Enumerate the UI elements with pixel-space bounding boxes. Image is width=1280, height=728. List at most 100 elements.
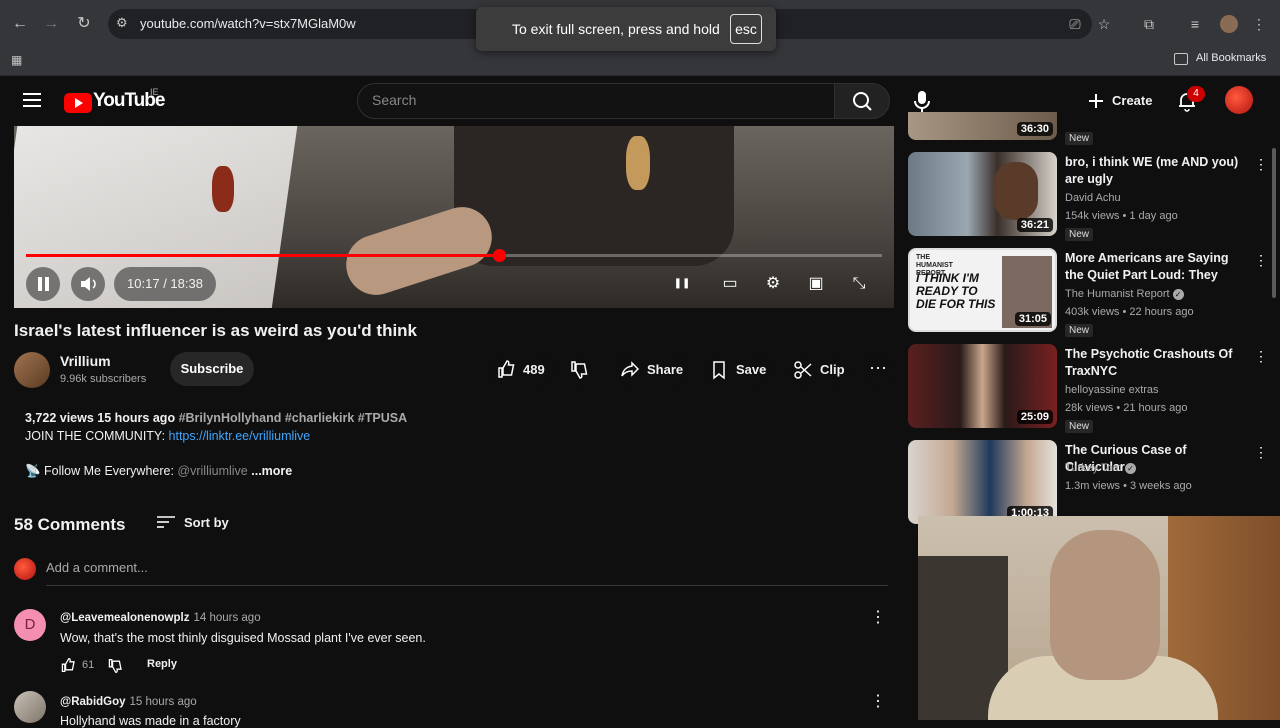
video-menu-icon[interactable]: ⋮ [1254, 348, 1268, 366]
hashtags[interactable]: #BrilynHollyhand #charliekirk #TPUSA [179, 411, 408, 425]
apps-grid-icon[interactable]: ▦ [11, 53, 25, 67]
search-button[interactable] [834, 83, 890, 119]
video-title[interactable]: bro, i think WE (me AND you) are ugly [1065, 154, 1245, 188]
sidebar-video[interactable]: 36:21 bro, i think WE (me AND you) are u… [908, 152, 1270, 241]
subscribe-button[interactable]: Subscribe [170, 352, 254, 386]
new-badge: New [1065, 228, 1094, 241]
comment-like-count: 61 [82, 659, 95, 671]
reload-icon[interactable]: ↻ [74, 14, 94, 34]
channel-name[interactable]: The Humanist Report [1065, 288, 1170, 300]
sidebar-video[interactable]: 1:00:13 The Curious Case of Clavicular T… [908, 440, 1270, 528]
pause-button[interactable] [26, 267, 60, 301]
channel-name[interactable]: Turkey Tom [1065, 462, 1122, 474]
youtube-logo-icon[interactable] [64, 93, 92, 113]
comment-menu-icon[interactable]: ⋮ [870, 607, 886, 627]
comments-count: 58 Comments [14, 515, 126, 534]
bookmark-star-icon[interactable]: ☆ [1095, 15, 1113, 33]
mute-button[interactable] [71, 267, 105, 301]
video-meta: 403k views • 22 hours ago [1065, 306, 1194, 318]
video-title[interactable]: The Psychotic Crashouts Of TraxNYC [1065, 346, 1245, 380]
extensions-icon[interactable]: ⧉ [1140, 15, 1158, 33]
progress-bar[interactable] [26, 249, 882, 262]
region-code: IE [150, 87, 159, 97]
channel-name-line: The Humanist Report ✓ [1065, 288, 1184, 300]
site-settings-icon[interactable]: ⚙ [116, 15, 128, 31]
time-display: 10:17 / 18:38 [114, 267, 216, 301]
sidebar-video[interactable]: 25:09 The Psychotic Crashouts Of TraxNYC… [908, 344, 1270, 433]
show-more-link[interactable]: ...more [251, 464, 292, 478]
join-community-text: JOIN THE COMMUNITY: [25, 429, 169, 443]
thumbnail-figure [994, 162, 1038, 220]
dislike-button[interactable] [566, 352, 592, 386]
comment-menu-icon[interactable]: ⋮ [870, 691, 886, 711]
add-comment-input[interactable] [46, 560, 888, 586]
community-link[interactable]: https://linktr.ee/vrilliumlive [169, 429, 311, 443]
commenter-avatar[interactable] [14, 691, 46, 723]
forward-icon[interactable]: → [41, 14, 61, 34]
channel-avatar[interactable] [14, 352, 50, 388]
reading-list-icon[interactable]: ≡ [1186, 15, 1204, 33]
settings-gear-icon[interactable]: ⚙ [761, 272, 785, 296]
new-badge: New [1065, 132, 1094, 145]
comment-dislike-icon[interactable] [107, 658, 123, 674]
search-input[interactable] [372, 92, 812, 108]
comment-text: Hollyhand was made in a factory [60, 714, 241, 728]
comment-text: Wow, that's the most thinly disguised Mo… [60, 631, 426, 645]
all-bookmarks-link[interactable]: All Bookmarks [1196, 52, 1266, 64]
subtitles-icon[interactable]: ▭ [718, 272, 742, 296]
description-stats[interactable]: 3,722 views 15 hours ago #BrilynHollyhan… [25, 411, 407, 425]
hamburger-menu-icon[interactable] [23, 93, 41, 107]
video-thumbnail[interactable]: 25:09 [908, 344, 1057, 428]
reply-button[interactable]: Reply [147, 658, 177, 670]
save-button[interactable]: Save [706, 352, 770, 386]
video-thumbnail[interactable]: 36:30 [908, 112, 1057, 140]
sidebar-scrollbar[interactable] [1272, 148, 1276, 298]
new-badge: New [1065, 324, 1094, 337]
commenter-avatar[interactable]: D [14, 609, 46, 641]
comment-time[interactable]: 15 hours ago [130, 696, 197, 708]
scissors-icon [794, 361, 812, 379]
comment-author-line: @RabidGoy 15 hours ago [60, 696, 197, 708]
fullscreen-exit-icon[interactable]: ⤡ [847, 272, 871, 296]
clip-label: Clip [820, 362, 845, 377]
video-menu-icon[interactable]: ⋮ [1254, 444, 1268, 462]
install-app-icon[interactable]: ⎚ [1066, 15, 1084, 33]
thumbs-down-icon [571, 361, 588, 379]
comment-time[interactable]: 14 hours ago [193, 612, 260, 624]
follow-handle: @vrilliumlive [177, 464, 248, 478]
comment-author[interactable]: @Leavemealonenowplz [60, 612, 189, 624]
clip-button[interactable]: Clip [790, 352, 850, 386]
video-menu-icon[interactable]: ⋮ [1254, 252, 1268, 270]
video-menu-icon[interactable]: ⋮ [1254, 156, 1268, 174]
more-actions-icon[interactable]: ⋯ [864, 352, 892, 386]
video-thumbnail[interactable]: 1:00:13 [908, 440, 1057, 524]
sidebar-video[interactable]: THE HUMANIST REPORT I THINK I'M READY TO… [908, 248, 1270, 337]
like-button[interactable]: 489 [490, 352, 554, 386]
comment-like-icon[interactable] [60, 657, 76, 673]
channel-name[interactable]: David Achu [1065, 192, 1121, 204]
theater-mode-icon[interactable]: ▣ [804, 272, 828, 296]
progress-scrubber-handle[interactable] [492, 249, 506, 262]
new-badge: New [1065, 420, 1094, 433]
plus-icon [1089, 94, 1103, 108]
comment-author[interactable]: @RabidGoy [60, 696, 126, 708]
video-meta: 154k views • 1 day ago [1065, 210, 1178, 222]
video-player[interactable]: 10:17 / 18:38 ❚❚ ▭ ⚙ ▣ ⤡ [14, 126, 894, 308]
account-avatar[interactable] [1225, 86, 1253, 114]
profile-avatar[interactable] [1220, 15, 1238, 33]
share-button[interactable]: Share [616, 352, 688, 386]
browser-menu-icon[interactable]: ⋮ [1250, 15, 1268, 33]
url-text: youtube.com/watch?v=stx7MGlaM0w [140, 16, 356, 31]
sidebar-video-partial[interactable]: 36:30 New [908, 112, 1270, 152]
channel-name[interactable]: Vrillium [60, 353, 111, 369]
video-thumbnail[interactable]: THE HUMANIST REPORT I THINK I'M READY TO… [908, 248, 1057, 332]
video-duration: 36:21 [1016, 218, 1053, 232]
back-icon[interactable]: ← [10, 14, 30, 34]
video-frame-hand [338, 199, 500, 303]
like-count: 489 [523, 362, 545, 377]
video-title[interactable]: More Americans are Saying the Quiet Part… [1065, 250, 1245, 284]
video-duration: 25:09 [1016, 410, 1053, 424]
video-thumbnail[interactable]: 36:21 [908, 152, 1057, 236]
channel-name[interactable]: helloyassine extras [1065, 384, 1159, 396]
video-title: Israel's latest influencer is as weird a… [14, 321, 418, 340]
